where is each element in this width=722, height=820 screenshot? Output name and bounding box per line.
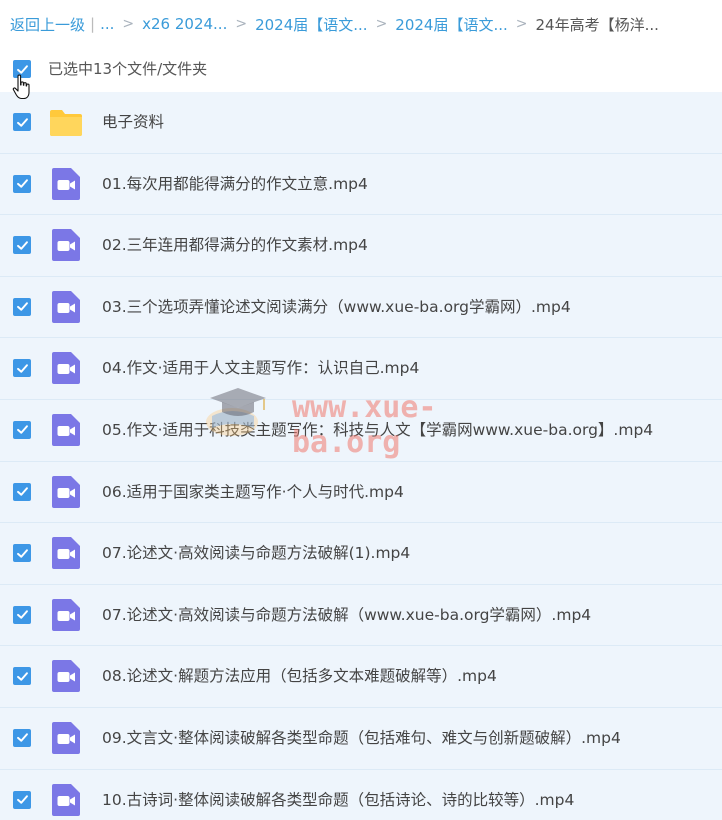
check-icon	[16, 672, 28, 681]
check-icon	[16, 302, 28, 312]
file-row[interactable]: 03.三个选项弄懂论述文阅读满分（www.xue-ba.org学霸网）.mp4	[0, 276, 722, 339]
check-icon	[16, 548, 28, 558]
file-checkbox[interactable]	[13, 544, 31, 563]
breadcrumb-current: 24年高考【杨洋...	[535, 15, 659, 34]
check-icon	[16, 487, 28, 496]
select-all-bar: 已选中13个文件/文件夹	[0, 54, 722, 84]
video-icon	[49, 721, 83, 755]
file-checkbox[interactable]	[13, 728, 31, 747]
file-row[interactable]: 07.论述文·高效阅读与命题方法破解（www.xue-ba.org学霸网）.mp…	[0, 584, 722, 647]
file-checkbox[interactable]	[13, 790, 31, 809]
file-list: 电子资料 01.每次用都能得满分的作文立意.mp4 02.三年连用都得满分的作文素材…	[0, 92, 722, 820]
file-row[interactable]: 07.论述文·高效阅读与命题方法破解(1).mp4	[0, 523, 722, 585]
file-name[interactable]: 07.论述文·高效阅读与命题方法破解(1).mp4	[102, 523, 410, 584]
file-checkbox[interactable]	[13, 297, 31, 316]
video-icon	[49, 228, 83, 262]
breadcrumb-item-1[interactable]: x26 2024...	[142, 15, 227, 33]
breadcrumb-separator: >	[375, 16, 388, 32]
file-name[interactable]: 09.文言文·整体阅读破解各类型命题（包括难句、难文与创新题破解）.mp4	[102, 708, 621, 769]
breadcrumb-ellipsis[interactable]: ...	[100, 15, 114, 33]
back-link[interactable]: 返回上一级	[10, 14, 85, 35]
file-checkbox[interactable]	[13, 605, 31, 624]
breadcrumb-item-3[interactable]: 2024届【语文...	[395, 14, 507, 35]
video-icon	[49, 413, 83, 447]
file-name[interactable]: 10.古诗词·整体阅读破解各类型命题（包括诗论、诗的比较等）.mp4	[102, 770, 574, 820]
check-icon	[16, 733, 28, 743]
breadcrumb-separator: >	[122, 16, 135, 32]
file-checkbox[interactable]	[13, 482, 31, 501]
breadcrumb-separator: >	[515, 16, 528, 32]
file-checkbox[interactable]	[13, 359, 31, 378]
selection-count-label: 已选中13个文件/文件夹	[48, 60, 208, 78]
check-icon	[16, 117, 28, 127]
file-name[interactable]: 01.每次用都能得满分的作文立意.mp4	[102, 154, 368, 215]
video-icon	[49, 598, 83, 632]
file-row[interactable]: 02.三年连用都得满分的作文素材.mp4	[0, 215, 722, 277]
check-icon	[16, 425, 28, 435]
file-name[interactable]: 03.三个选项弄懂论述文阅读满分（www.xue-ba.org学霸网）.mp4	[102, 277, 571, 338]
video-icon	[49, 290, 83, 324]
file-checkbox[interactable]	[13, 174, 31, 193]
file-name[interactable]: 电子资料	[102, 92, 164, 153]
breadcrumb-divider: |	[90, 15, 96, 33]
file-row[interactable]: 电子资料	[0, 92, 722, 154]
breadcrumb-separator: >	[235, 16, 248, 32]
file-name[interactable]: 08.论述文·解题方法应用（包括多文本难题破解等）.mp4	[102, 646, 497, 707]
check-icon	[16, 364, 28, 373]
file-row[interactable]: 09.文言文·整体阅读破解各类型命题（包括难句、难文与创新题破解）.mp4	[0, 707, 722, 770]
video-icon	[49, 167, 83, 201]
check-icon	[16, 240, 28, 250]
video-icon	[49, 475, 83, 509]
file-row[interactable]: 10.古诗词·整体阅读破解各类型命题（包括诗论、诗的比较等）.mp4	[0, 769, 722, 820]
breadcrumb: 返回上一级 | ... > x26 2024... > 2024届【语文... …	[10, 12, 659, 36]
check-icon	[16, 610, 28, 619]
breadcrumb-item-2[interactable]: 2024届【语文...	[255, 14, 367, 35]
file-checkbox[interactable]	[13, 420, 31, 439]
file-name[interactable]: 06.适用于国家类主题写作·个人与时代.mp4	[102, 462, 404, 523]
file-checkbox[interactable]	[13, 113, 31, 131]
file-name[interactable]: 07.论述文·高效阅读与命题方法破解（www.xue-ba.org学霸网）.mp…	[102, 585, 591, 646]
video-icon	[49, 783, 83, 817]
file-name[interactable]: 04.作文·适用于人文主题写作：认识自己.mp4	[102, 338, 419, 399]
file-row[interactable]: 08.论述文·解题方法应用（包括多文本难题破解等）.mp4	[0, 646, 722, 708]
file-row[interactable]: 06.适用于国家类主题写作·个人与时代.mp4	[0, 461, 722, 524]
hand-cursor-icon	[12, 74, 30, 100]
check-icon	[16, 795, 28, 804]
video-icon	[49, 351, 83, 385]
file-row[interactable]: 04.作文·适用于人文主题写作：认识自己.mp4	[0, 338, 722, 400]
video-icon	[49, 659, 83, 693]
file-checkbox[interactable]	[13, 667, 31, 686]
folder-icon	[49, 105, 83, 139]
file-row[interactable]: 01.每次用都能得满分的作文立意.mp4	[0, 153, 722, 216]
file-name[interactable]: 02.三年连用都得满分的作文素材.mp4	[102, 215, 368, 276]
video-icon	[49, 536, 83, 570]
file-name[interactable]: 05.作文·适用于科技类主题写作：科技与人文【学霸网www.xue-ba.org…	[102, 400, 653, 461]
check-icon	[16, 179, 28, 188]
file-row[interactable]: 05.作文·适用于科技类主题写作：科技与人文【学霸网www.xue-ba.org…	[0, 399, 722, 462]
file-checkbox[interactable]	[13, 236, 31, 255]
